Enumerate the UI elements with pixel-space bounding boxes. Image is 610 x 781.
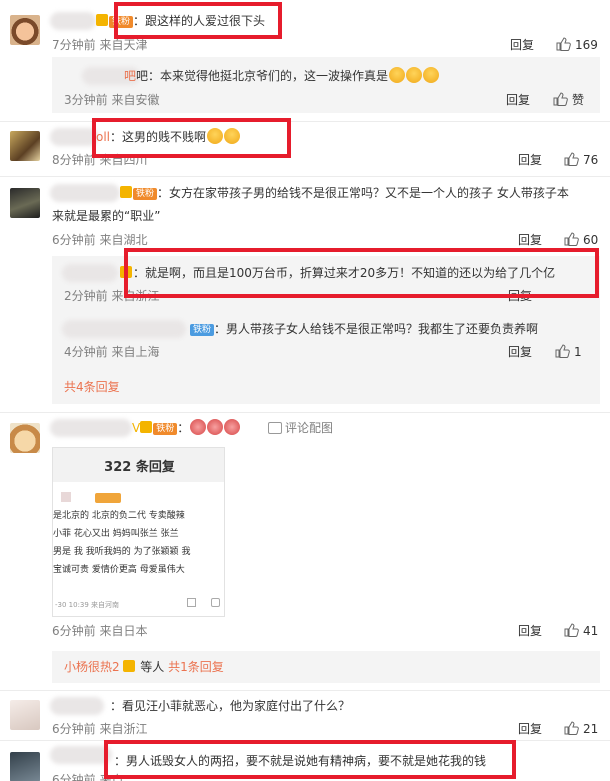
comment-text-line2: 来就是最累的“职业” xyxy=(52,209,161,223)
more-replies-link[interactable]: 共4条回复 xyxy=(64,379,120,395)
reply-text: 铁粉 ：男人带孩子女人给钱不是很正常吗？我都生了还要负责养啊 xyxy=(190,320,538,338)
comment-image-link[interactable]: 评论配图 xyxy=(268,419,333,437)
avatar[interactable] xyxy=(10,423,40,453)
thumbs-up-icon xyxy=(564,623,579,637)
thumbs-up-icon xyxy=(553,92,568,106)
username-blurred[interactable] xyxy=(50,419,132,437)
divider xyxy=(0,176,610,177)
username-blurred[interactable] xyxy=(62,320,186,338)
highlight-box xyxy=(124,248,599,298)
avatar[interactable] xyxy=(10,700,40,730)
comment-meta: 6分钟前 来自浙江 xyxy=(52,722,148,736)
comment-text: V 铁粉： xyxy=(132,419,241,437)
username-blurred[interactable] xyxy=(50,184,120,202)
reply-button[interactable]: 回复 xyxy=(518,152,542,168)
image-badge xyxy=(95,493,121,503)
thumbs-up-icon xyxy=(556,37,571,51)
username-blurred[interactable] xyxy=(50,697,104,715)
comment-meta: 7分钟前 来自天津 xyxy=(52,38,148,52)
like-button[interactable]: 1 xyxy=(555,344,582,360)
avatar[interactable] xyxy=(10,752,40,781)
comment-meta: 6分钟前 来自日本 xyxy=(52,624,148,638)
image-line: 男是 我 我听我妈的 为了张颖颖 我 xyxy=(53,547,191,557)
reply-button[interactable]: 回复 xyxy=(518,623,542,639)
like-button[interactable]: 41 xyxy=(564,623,598,639)
username-blurred[interactable] xyxy=(50,746,112,764)
reply-button[interactable]: 回复 xyxy=(506,92,530,108)
avatar[interactable] xyxy=(10,15,40,45)
thumbs-up-icon xyxy=(564,721,579,735)
emoji-icon xyxy=(389,67,406,83)
comment-icon xyxy=(211,598,220,607)
username-blurred[interactable] xyxy=(50,128,98,146)
thumbs-up-icon xyxy=(564,232,579,246)
crown-icon xyxy=(123,660,136,672)
crown-icon xyxy=(96,14,108,26)
like-button[interactable]: 76 xyxy=(564,152,598,168)
fan-badge: 铁粉 xyxy=(153,423,178,435)
reply-text: 吧吧：本来觉得他挺北京爷们的，这一波操作真是 xyxy=(124,67,440,85)
emoji-icon xyxy=(406,67,423,83)
hot-replies-summary[interactable]: 小杨很热2 等人 共1条回复 xyxy=(64,658,224,676)
reply-button[interactable]: 回复 xyxy=(510,37,534,53)
image-title: 322 条回复 xyxy=(104,460,175,475)
avatar[interactable] xyxy=(10,188,40,218)
reply-button[interactable]: 回复 xyxy=(518,232,542,248)
reply-button[interactable]: 回复 xyxy=(518,721,542,737)
image-line: 小菲 花心又出 妈妈叫张兰 张兰 xyxy=(53,529,179,539)
thumbs-up-icon xyxy=(555,344,570,358)
like-button[interactable]: 赞 xyxy=(553,92,584,108)
divider xyxy=(0,690,610,691)
emoji-icon xyxy=(224,419,241,435)
image-line: 是北京的 北京的负二代 专卖酸辣 xyxy=(53,511,185,521)
image-icon xyxy=(268,422,282,434)
highlight-box xyxy=(114,2,282,39)
thumbs-up-icon xyxy=(564,152,579,166)
like-button[interactable]: 60 xyxy=(564,232,598,248)
reply-meta: 4分钟前 来自上海 xyxy=(64,345,160,359)
highlight-box xyxy=(104,740,516,779)
comment-meta: 6分钟前 来自湖北 xyxy=(52,233,148,247)
emoji-icon xyxy=(190,419,207,435)
like-button[interactable]: 21 xyxy=(564,721,598,737)
username-blurred[interactable] xyxy=(50,12,96,30)
reply-button[interactable]: 回复 xyxy=(508,344,532,360)
like-button[interactable]: 169 xyxy=(556,37,598,53)
image-line: 宝诚可贵 爱情价更高 母爱虽伟大 xyxy=(53,565,185,575)
crown-icon xyxy=(140,421,153,433)
highlight-box xyxy=(92,118,291,158)
avatar[interactable] xyxy=(10,131,40,161)
comment-image[interactable]: 322 条回复 是北京的 北京的负二代 专卖酸辣 小菲 花心又出 妈妈叫张兰 张… xyxy=(52,447,225,617)
fan-badge: 铁粉 xyxy=(133,188,158,200)
username-blurred[interactable] xyxy=(62,264,118,282)
comment-text: 铁粉 ：女方在家带孩子男的给钱不是很正常吗？又不是一个人的孩子 女人带孩子本 xyxy=(120,184,569,202)
image-footer: -30 10:39 来自河南 xyxy=(55,601,120,609)
divider xyxy=(0,412,610,413)
crown-icon xyxy=(120,186,132,198)
comment-text: ：看见汪小菲就恶心，他为家庭付出了什么？ xyxy=(110,699,351,713)
image-avatar xyxy=(61,492,71,502)
emoji-icon xyxy=(423,67,440,83)
share-icon xyxy=(187,598,196,607)
reply-meta: 3分钟前 来自安徽 xyxy=(64,93,160,107)
emoji-icon xyxy=(207,419,224,435)
fan-badge: 铁粉 xyxy=(190,324,215,336)
